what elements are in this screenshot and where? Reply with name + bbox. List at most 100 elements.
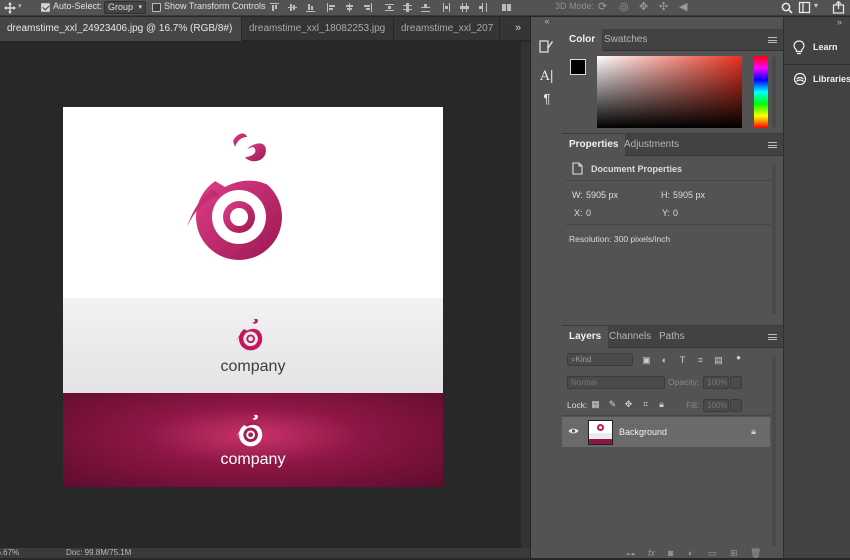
fill-input[interactable]: 100% bbox=[703, 399, 729, 412]
tab-properties[interactable]: Properties bbox=[562, 134, 626, 156]
document-tab[interactable]: dreamstime_xxl_18082253.jpg× bbox=[242, 17, 394, 41]
distribute-left-icon[interactable] bbox=[442, 3, 451, 12]
layer-thumbnail bbox=[588, 420, 613, 445]
right-panel-column: Color Swatches Properties Adjustments Do… bbox=[562, 17, 783, 560]
blend-mode-dropdown[interactable]: Normal bbox=[567, 376, 665, 389]
properties-panel-tabs: Properties Adjustments bbox=[562, 134, 783, 156]
workspace-chevron-icon[interactable]: ▾ bbox=[814, 1, 818, 10]
auto-select-value: Group bbox=[108, 2, 134, 12]
panel-menu-icon[interactable] bbox=[768, 142, 777, 148]
filter-adjustment-icon[interactable]: ◐ bbox=[660, 356, 669, 365]
properties-scrollbar[interactable] bbox=[772, 164, 776, 314]
lock-transparent-icon[interactable]: ▦ bbox=[591, 400, 600, 409]
layers-scrollbar[interactable] bbox=[772, 356, 776, 546]
filter-pixel-icon[interactable]: ▣ bbox=[642, 356, 651, 365]
align-right-icon[interactable] bbox=[363, 3, 372, 12]
3d-pan-icon[interactable]: ✥ bbox=[639, 0, 648, 13]
expand-chevron-icon[interactable]: » bbox=[837, 17, 842, 27]
panel-menu-icon[interactable] bbox=[768, 334, 777, 340]
height-value[interactable]: 5905 px bbox=[673, 190, 705, 200]
filter-toggle-icon[interactable]: ● bbox=[734, 353, 743, 362]
layer-row[interactable]: Background 🔒︎ bbox=[562, 417, 770, 447]
distribute-vertical-center-icon[interactable] bbox=[403, 3, 412, 12]
tool-preset-chevron-icon[interactable]: ▾ bbox=[18, 2, 22, 10]
align-left-icon[interactable] bbox=[327, 3, 336, 12]
collapse-chevron-icon[interactable]: « bbox=[540, 16, 554, 26]
workspace-icon[interactable] bbox=[798, 1, 811, 14]
show-transform-controls-checkbox[interactable] bbox=[152, 3, 161, 12]
3d-mode-label: 3D Mode: bbox=[555, 1, 595, 11]
history-brush-icon[interactable] bbox=[539, 39, 554, 54]
foreground-color-swatch[interactable] bbox=[570, 59, 586, 75]
align-vertical-center-icon[interactable] bbox=[288, 3, 297, 12]
distribute-top-icon[interactable] bbox=[385, 3, 394, 12]
fill-stepper[interactable] bbox=[730, 399, 742, 412]
lock-label: Lock: bbox=[567, 400, 588, 410]
move-tool-icon[interactable] bbox=[4, 2, 16, 14]
layer-style-icon[interactable]: fx bbox=[648, 548, 655, 558]
link-layers-icon[interactable]: ⊶ bbox=[626, 549, 635, 560]
document-tab[interactable]: dreamstime_xxl_207 bbox=[394, 17, 500, 41]
lock-image-icon[interactable]: ✎ bbox=[608, 400, 617, 409]
tab-paths[interactable]: Paths bbox=[652, 326, 692, 348]
panel-menu-icon[interactable] bbox=[768, 37, 777, 43]
new-group-icon[interactable]: ▭ bbox=[708, 548, 717, 559]
opacity-stepper[interactable] bbox=[730, 376, 742, 389]
filter-type-icon[interactable]: T bbox=[678, 356, 687, 365]
character-icon[interactable]: A| bbox=[540, 69, 554, 84]
properties-header: Document Properties bbox=[591, 164, 683, 174]
delete-layer-icon[interactable]: 🗑︎ bbox=[750, 548, 761, 559]
tab-swatches[interactable]: Swatches bbox=[597, 29, 654, 51]
3d-slide-icon[interactable]: ✣ bbox=[659, 0, 668, 13]
document-icon bbox=[572, 162, 583, 175]
color-spectrum-field[interactable] bbox=[597, 56, 742, 128]
search-icon[interactable] bbox=[781, 2, 793, 14]
y-value[interactable]: 0 bbox=[673, 208, 678, 218]
auto-select-dropdown[interactable]: Group ▾ bbox=[104, 1, 146, 14]
canvas-area[interactable]: company company bbox=[0, 42, 530, 548]
lock-position-icon[interactable]: ✥ bbox=[624, 400, 633, 409]
3d-scale-icon[interactable]: ◀ bbox=[679, 0, 687, 13]
distribute-bottom-icon[interactable] bbox=[421, 3, 430, 12]
3d-orbit-icon[interactable]: ⟳ bbox=[598, 0, 607, 13]
tab-channels[interactable]: Channels bbox=[602, 326, 658, 348]
adjustment-layer-icon[interactable]: ◐ bbox=[688, 548, 693, 558]
paragraph-icon[interactable]: ¶ bbox=[540, 91, 554, 106]
color-panel-scrollbar[interactable] bbox=[772, 57, 776, 127]
document-canvas[interactable]: company company bbox=[63, 107, 443, 487]
tab-adjustments[interactable]: Adjustments bbox=[617, 134, 686, 156]
share-icon[interactable] bbox=[832, 1, 845, 14]
lock-artboard-icon[interactable]: ⌗ bbox=[641, 400, 650, 409]
filter-smart-object-icon[interactable]: ▤ bbox=[714, 356, 723, 365]
align-top-icon[interactable] bbox=[270, 3, 279, 12]
libraries-button[interactable]: Libraries bbox=[784, 67, 850, 93]
distribute-horizontal-center-icon[interactable] bbox=[460, 3, 469, 12]
layer-name[interactable]: Background bbox=[619, 427, 667, 437]
document-size-info[interactable]: Doc: 99.8M/75.1M bbox=[66, 548, 131, 557]
visibility-eye-icon[interactable] bbox=[568, 427, 579, 435]
zoom-level[interactable]: 16.67% bbox=[0, 548, 19, 557]
distribute-right-icon[interactable] bbox=[478, 3, 487, 12]
lock-all-icon[interactable]: 🔒︎ bbox=[657, 400, 666, 409]
tab-overflow-icon[interactable]: » bbox=[515, 22, 521, 34]
align-horizontal-center-icon[interactable] bbox=[345, 3, 354, 12]
x-value[interactable]: 0 bbox=[586, 208, 591, 218]
auto-align-layers-icon[interactable] bbox=[502, 3, 511, 12]
opacity-input[interactable]: 100% bbox=[703, 376, 729, 389]
color-panel: Color Swatches bbox=[562, 29, 783, 129]
new-layer-icon[interactable]: ⊞ bbox=[730, 548, 738, 559]
auto-select-checkbox[interactable] bbox=[41, 3, 50, 12]
filter-shape-icon[interactable]: ⌗ bbox=[696, 356, 705, 365]
3d-roll-icon[interactable]: ◎ bbox=[619, 0, 629, 13]
chevron-down-icon: ▾ bbox=[138, 4, 142, 11]
width-value[interactable]: 5905 px bbox=[586, 190, 618, 200]
hue-slider[interactable] bbox=[754, 56, 768, 128]
learn-button[interactable]: Learn bbox=[784, 35, 850, 61]
layer-mask-icon[interactable]: ◙ bbox=[668, 548, 673, 558]
layers-panel-tabs: Layers Channels Paths bbox=[562, 326, 783, 348]
canvas-scrollbar[interactable] bbox=[521, 42, 530, 548]
align-bottom-icon[interactable] bbox=[306, 3, 315, 12]
layer-filter-dropdown[interactable]: ⌕Kind bbox=[567, 353, 633, 366]
brand-wordmark-dark: company bbox=[220, 358, 286, 375]
document-tab-active[interactable]: dreamstime_xxl_24923406.jpg @ 16.7% (RGB… bbox=[0, 17, 242, 41]
